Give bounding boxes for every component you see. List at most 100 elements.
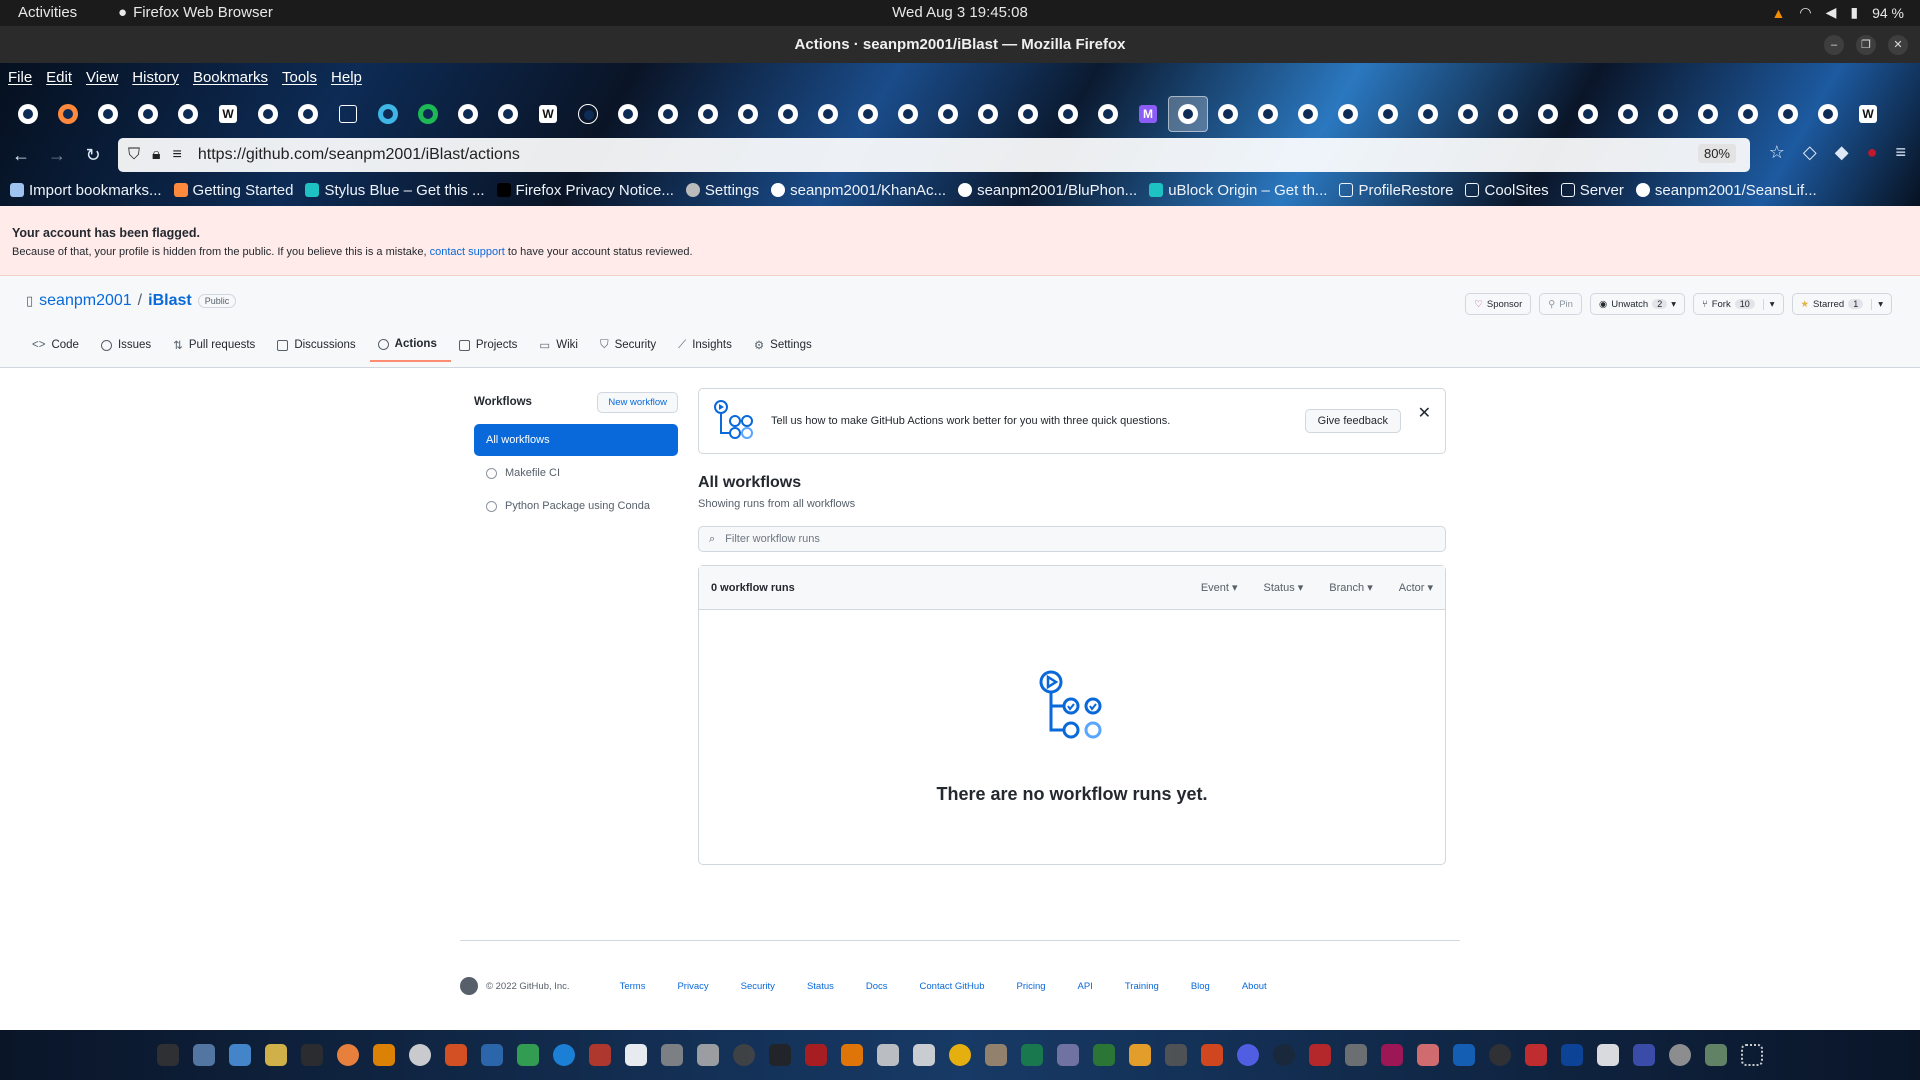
footer-link-blog[interactable]: Blog bbox=[1191, 981, 1210, 992]
bookmark-folder[interactable]: Server bbox=[1560, 182, 1624, 199]
footer-link-pricing[interactable]: Pricing bbox=[1016, 981, 1045, 992]
filter-workflow-runs-input[interactable]: ⌕ Filter workflow runs bbox=[698, 526, 1446, 552]
menu-bookmarks[interactable]: Bookmarks bbox=[193, 69, 268, 86]
outlook-app-icon[interactable] bbox=[1561, 1044, 1583, 1066]
word-app-icon[interactable] bbox=[1453, 1044, 1475, 1066]
files-app-icon[interactable] bbox=[193, 1044, 215, 1066]
sidebar-item-makefile-ci[interactable]: Makefile CI bbox=[474, 457, 678, 489]
tab-wiki[interactable]: ▭ Wiki bbox=[531, 334, 592, 362]
footer-link-contact[interactable]: Contact GitHub bbox=[920, 981, 985, 992]
spreadsheet-app-icon[interactable] bbox=[1021, 1044, 1043, 1066]
menu-view[interactable]: View bbox=[86, 69, 118, 86]
presentation-app-icon[interactable] bbox=[1201, 1044, 1223, 1066]
tab[interactable] bbox=[128, 96, 168, 132]
system-tray[interactable]: ▲ ◠ ◀ ▮ 94 % bbox=[1772, 4, 1905, 21]
tab[interactable]: W bbox=[528, 96, 568, 132]
tab[interactable] bbox=[808, 96, 848, 132]
discord-app-icon[interactable] bbox=[1237, 1044, 1259, 1066]
show-apps-icon[interactable] bbox=[1741, 1044, 1763, 1066]
starred-button[interactable]: ★ Starred 1 ▾ bbox=[1791, 293, 1892, 315]
settings-app-icon[interactable] bbox=[661, 1044, 683, 1066]
terminal-app-icon[interactable] bbox=[157, 1044, 179, 1066]
tab[interactable] bbox=[1608, 96, 1648, 132]
tab[interactable]: W bbox=[1848, 96, 1888, 132]
accessibility-app-icon[interactable] bbox=[1489, 1044, 1511, 1066]
url-bar[interactable]: ⛉ 🔒︎ ≡ https://github.com/seanpm2001/iBl… bbox=[118, 138, 1750, 172]
tab-pull-requests[interactable]: ⇅ Pull requests bbox=[165, 334, 269, 362]
branch-filter[interactable]: Branch ▾ bbox=[1329, 581, 1372, 594]
tab[interactable] bbox=[408, 96, 448, 132]
tab[interactable] bbox=[88, 96, 128, 132]
clock[interactable]: Wed Aug 3 19:45:08 bbox=[0, 4, 1920, 21]
gimp-app-icon[interactable] bbox=[985, 1044, 1007, 1066]
tab[interactable] bbox=[608, 96, 648, 132]
character-app-icon[interactable] bbox=[841, 1044, 863, 1066]
tab-active[interactable] bbox=[1168, 96, 1208, 132]
tab[interactable] bbox=[368, 96, 408, 132]
camera-app-icon[interactable] bbox=[1057, 1044, 1079, 1066]
tab[interactable] bbox=[1208, 96, 1248, 132]
tab-security[interactable]: ⛉ Security bbox=[592, 334, 670, 362]
tab-insights[interactable]: ⟋ Insights bbox=[670, 334, 746, 362]
bookmark-item[interactable]: Firefox Privacy Notice... bbox=[496, 182, 674, 199]
bookmark-item[interactable]: Getting Started bbox=[173, 182, 293, 199]
tab[interactable] bbox=[1448, 96, 1488, 132]
github-logo-icon[interactable] bbox=[460, 977, 478, 995]
unwatch-button[interactable]: ◉ Unwatch 2 ▾ bbox=[1589, 293, 1686, 315]
tab-projects[interactable]: Projects bbox=[451, 334, 532, 362]
tab[interactable] bbox=[1328, 96, 1368, 132]
restore-button[interactable]: ❐ bbox=[1856, 35, 1876, 55]
tab[interactable]: M bbox=[1128, 96, 1168, 132]
footer-link-terms[interactable]: Terms bbox=[620, 981, 646, 992]
footer-link-privacy[interactable]: Privacy bbox=[677, 981, 708, 992]
tab[interactable] bbox=[1408, 96, 1448, 132]
document-app-icon[interactable] bbox=[625, 1044, 647, 1066]
tab[interactable] bbox=[1248, 96, 1288, 132]
bookmark-item[interactable]: uBlock Origin – Get th... bbox=[1149, 182, 1327, 199]
store-app-icon[interactable] bbox=[445, 1044, 467, 1066]
tracking-shield-icon[interactable]: ⛉ bbox=[128, 146, 140, 164]
footer-link-api[interactable]: API bbox=[1078, 981, 1093, 992]
writer-app-icon[interactable] bbox=[481, 1044, 503, 1066]
ublock-icon[interactable]: ● bbox=[1867, 142, 1878, 163]
tab[interactable] bbox=[568, 96, 608, 132]
footer-link-about[interactable]: About bbox=[1242, 981, 1267, 992]
gift-app-icon[interactable] bbox=[1417, 1044, 1439, 1066]
bookmark-item[interactable]: seanpm2001/KhanAc... bbox=[771, 182, 946, 199]
bookmark-star-icon[interactable]: ☆ bbox=[1769, 142, 1785, 163]
menu-file[interactable]: File bbox=[8, 69, 32, 86]
tab-issues[interactable]: Issues bbox=[93, 334, 165, 362]
tab[interactable] bbox=[888, 96, 928, 132]
firefox-app-icon[interactable] bbox=[337, 1044, 359, 1066]
tab[interactable] bbox=[1728, 96, 1768, 132]
screenshot-app-icon[interactable] bbox=[913, 1044, 935, 1066]
tab[interactable]: W bbox=[208, 96, 248, 132]
footer-link-docs[interactable]: Docs bbox=[866, 981, 888, 992]
tab[interactable] bbox=[488, 96, 528, 132]
tab[interactable] bbox=[968, 96, 1008, 132]
steam-app-icon[interactable] bbox=[1273, 1044, 1295, 1066]
tab[interactable] bbox=[648, 96, 688, 132]
image-app-icon[interactable] bbox=[1597, 1044, 1619, 1066]
footer-link-security[interactable]: Security bbox=[741, 981, 775, 992]
menu-tools[interactable]: Tools bbox=[282, 69, 317, 86]
inkscape-app-icon[interactable] bbox=[769, 1044, 791, 1066]
text-editor-app-icon[interactable] bbox=[229, 1044, 251, 1066]
tab[interactable] bbox=[248, 96, 288, 132]
fork-dropdown-icon[interactable]: ▾ bbox=[1762, 298, 1775, 310]
actor-filter[interactable]: Actor ▾ bbox=[1399, 581, 1433, 594]
vlc-tray-icon[interactable]: ▲ bbox=[1772, 5, 1786, 21]
chrome-app-icon[interactable] bbox=[949, 1044, 971, 1066]
tab[interactable] bbox=[168, 96, 208, 132]
bookmark-item[interactable]: seanpm2001/SeansLif... bbox=[1635, 182, 1817, 199]
new-workflow-button[interactable]: New workflow bbox=[597, 391, 678, 413]
give-feedback-button[interactable]: Give feedback bbox=[1304, 409, 1401, 433]
event-filter[interactable]: Event ▾ bbox=[1201, 581, 1238, 594]
sheets-app-icon[interactable] bbox=[1093, 1044, 1115, 1066]
hamburger-menu-icon[interactable]: ≡ bbox=[1895, 142, 1906, 163]
sponsor-button[interactable]: ♡ Sponsor bbox=[1465, 293, 1532, 315]
menu-history[interactable]: History bbox=[132, 69, 179, 86]
tab[interactable] bbox=[1488, 96, 1528, 132]
monitor-app-icon[interactable] bbox=[589, 1044, 611, 1066]
tab-discussions[interactable]: Discussions bbox=[269, 334, 369, 362]
